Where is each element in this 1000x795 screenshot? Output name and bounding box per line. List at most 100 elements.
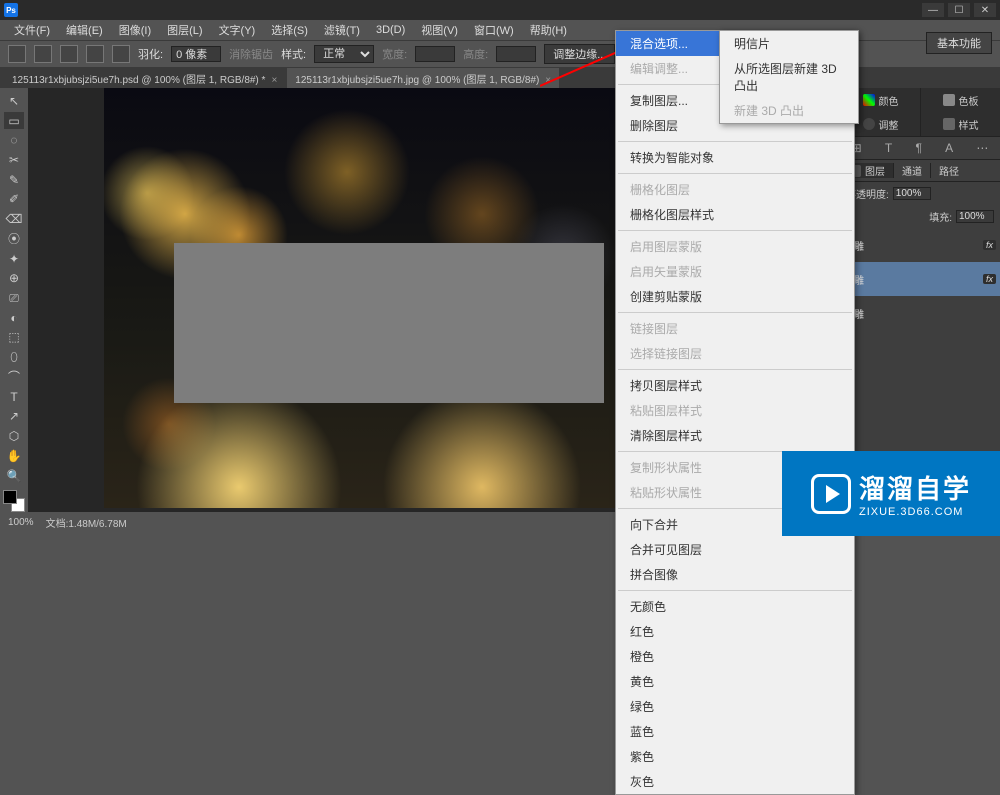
fill-input[interactable]	[956, 210, 994, 223]
menu-3d[interactable]: 3D(D)	[370, 22, 411, 38]
document-tab[interactable]: 125113r1xbjubsjzi5ue7h.psd @ 100% (图层 1,…	[4, 68, 285, 89]
ctx-rasterize-style[interactable]: 栅格化图层样式	[616, 202, 854, 227]
context-submenu: 明信片 从所选图层新建 3D 凸出 新建 3D 凸出	[719, 30, 859, 124]
feather-label: 羽化:	[138, 46, 163, 62]
type-options-row: ⊞ T ¶ A ⋯	[840, 136, 1000, 160]
text-icon[interactable]: T	[885, 141, 892, 155]
ctx-merge-visible[interactable]: 合并可见图层	[616, 537, 854, 562]
sub-new-3d-extrusion: 新建 3D 凸出	[720, 98, 858, 123]
menu-help[interactable]: 帮助(H)	[524, 20, 573, 40]
ctx-gray[interactable]: 灰色	[616, 769, 854, 794]
sub-postcard[interactable]: 明信片	[720, 31, 858, 56]
ctx-paste-style: 粘贴图层样式	[616, 398, 854, 423]
menu-image[interactable]: 图像(I)	[113, 20, 157, 40]
feather-input[interactable]	[171, 46, 221, 62]
layer-item[interactable]: 浮雕fx	[840, 262, 1000, 296]
play-icon	[811, 474, 851, 514]
menu-layer[interactable]: 图层(L)	[161, 20, 208, 40]
char-icon[interactable]: A	[945, 141, 953, 155]
blur-tool[interactable]: ⎚	[4, 289, 24, 307]
eraser-tool[interactable]: ✦	[4, 250, 24, 268]
menu-select[interactable]: 选择(S)	[265, 20, 314, 40]
paths-tab[interactable]: 路径	[930, 163, 967, 178]
rect-tool[interactable]: ⬡	[4, 427, 24, 445]
path-tool[interactable]: ⬯	[4, 348, 24, 366]
ctx-select-linked: 选择链接图层	[616, 341, 854, 366]
ctx-rasterize-layer: 栅格化图层	[616, 177, 854, 202]
brush-tool[interactable]: ✐	[4, 191, 24, 209]
shape-tool[interactable]: ⌒	[4, 368, 24, 386]
ctx-clear-style[interactable]: 清除图层样式	[616, 423, 854, 448]
marquee-add-icon[interactable]	[60, 45, 78, 63]
ctx-no-color[interactable]: 无颜色	[616, 594, 854, 619]
tab-close-icon[interactable]: ×	[545, 75, 551, 86]
ctx-green[interactable]: 绿色	[616, 694, 854, 719]
tab-close-icon[interactable]: ×	[271, 75, 277, 86]
ctx-red[interactable]: 红色	[616, 619, 854, 644]
tool-preset-icon[interactable]	[8, 45, 26, 63]
lasso-tool[interactable]: ◌	[4, 131, 24, 149]
minimize-button[interactable]: —	[922, 3, 944, 17]
app-logo: Ps	[4, 3, 18, 17]
menu-filter[interactable]: 滤镜(T)	[318, 20, 366, 40]
refine-edge-button[interactable]: 调整边缘...	[544, 44, 615, 64]
more-icon[interactable]: ⋯	[976, 141, 988, 155]
layer-item[interactable]: 浮雕	[840, 296, 1000, 330]
foreground-swatch[interactable]	[3, 490, 17, 504]
menu-view[interactable]: 视图(V)	[415, 20, 464, 40]
style-select[interactable]: 正常	[314, 45, 374, 63]
style-panel-tab[interactable]: 样式	[920, 112, 1000, 136]
marquee-new-icon[interactable]	[34, 45, 52, 63]
opacity-input[interactable]	[893, 187, 931, 200]
paragraph-icon[interactable]: ¶	[915, 141, 921, 155]
swatch-panel-tab[interactable]: 色板	[920, 88, 1000, 112]
dodge-tool[interactable]: ◐	[4, 309, 24, 327]
menu-window[interactable]: 窗口(W)	[468, 20, 520, 40]
zoom-level[interactable]: 100%	[8, 517, 34, 528]
menu-edit[interactable]: 编辑(E)	[60, 20, 109, 40]
watermark: 溜溜自学 ZIXUE.3D66.COM	[782, 451, 1000, 536]
ctx-blue[interactable]: 蓝色	[616, 719, 854, 744]
ctx-orange[interactable]: 橙色	[616, 644, 854, 669]
eyedropper-tool[interactable]: ✎	[4, 171, 24, 189]
ctx-clipping-mask[interactable]: 创建剪贴蒙版	[616, 284, 854, 309]
marquee-tool[interactable]: ▭	[4, 112, 24, 130]
type-tool[interactable]: T	[4, 388, 24, 406]
ctx-purple[interactable]: 紫色	[616, 744, 854, 769]
height-label: 高度:	[463, 46, 488, 62]
canvas[interactable]	[104, 88, 644, 508]
antialias-label: 消除锯齿	[229, 46, 273, 62]
height-input	[496, 46, 536, 62]
width-input	[415, 46, 455, 62]
sub-new-3d-extrusion-selected[interactable]: 从所选图层新建 3D 凸出	[720, 56, 858, 98]
clone-tool[interactable]: ⦿	[4, 230, 24, 248]
direct-select-tool[interactable]: ↗	[4, 408, 24, 426]
marquee-sub-icon[interactable]	[86, 45, 104, 63]
channels-tab[interactable]: 通道	[893, 163, 930, 178]
watermark-title: 溜溜自学	[859, 469, 971, 506]
ctx-convert-smart[interactable]: 转换为智能对象	[616, 145, 854, 170]
ctx-flatten[interactable]: 拼合图像	[616, 562, 854, 587]
heal-tool[interactable]: ⌫	[4, 210, 24, 228]
marquee-int-icon[interactable]	[112, 45, 130, 63]
move-tool[interactable]: ↖	[4, 92, 24, 110]
fx-badge[interactable]: fx	[983, 240, 996, 250]
workspace-switcher[interactable]: 基本功能	[926, 32, 992, 54]
menu-type[interactable]: 文字(Y)	[213, 20, 262, 40]
close-button[interactable]: ✕	[974, 3, 996, 17]
color-swatches[interactable]	[3, 490, 25, 512]
gradient-tool[interactable]: ⊕	[4, 269, 24, 287]
document-tab[interactable]: 125113r1xbjubsjzi5ue7h.jpg @ 100% (图层 1,…	[287, 68, 559, 89]
ctx-yellow[interactable]: 黄色	[616, 669, 854, 694]
right-panels: 颜色 色板 调整 样式 ⊞ T ¶ A ⋯ 图层 通道 路径 不透明度: 填充:…	[840, 88, 1000, 512]
maximize-button[interactable]: ☐	[948, 3, 970, 17]
fx-badge[interactable]: fx	[983, 274, 996, 284]
hand-tool[interactable]: ✋	[4, 447, 24, 465]
zoom-tool[interactable]: 🔍	[4, 467, 24, 485]
pen-tool[interactable]: ⬚	[4, 329, 24, 347]
crop-tool[interactable]: ✂	[4, 151, 24, 169]
ctx-copy-style[interactable]: 拷贝图层样式	[616, 373, 854, 398]
menu-file[interactable]: 文件(F)	[8, 20, 56, 40]
watermark-url: ZIXUE.3D66.COM	[859, 506, 971, 518]
layer-item[interactable]: 浮雕fx	[840, 228, 1000, 262]
